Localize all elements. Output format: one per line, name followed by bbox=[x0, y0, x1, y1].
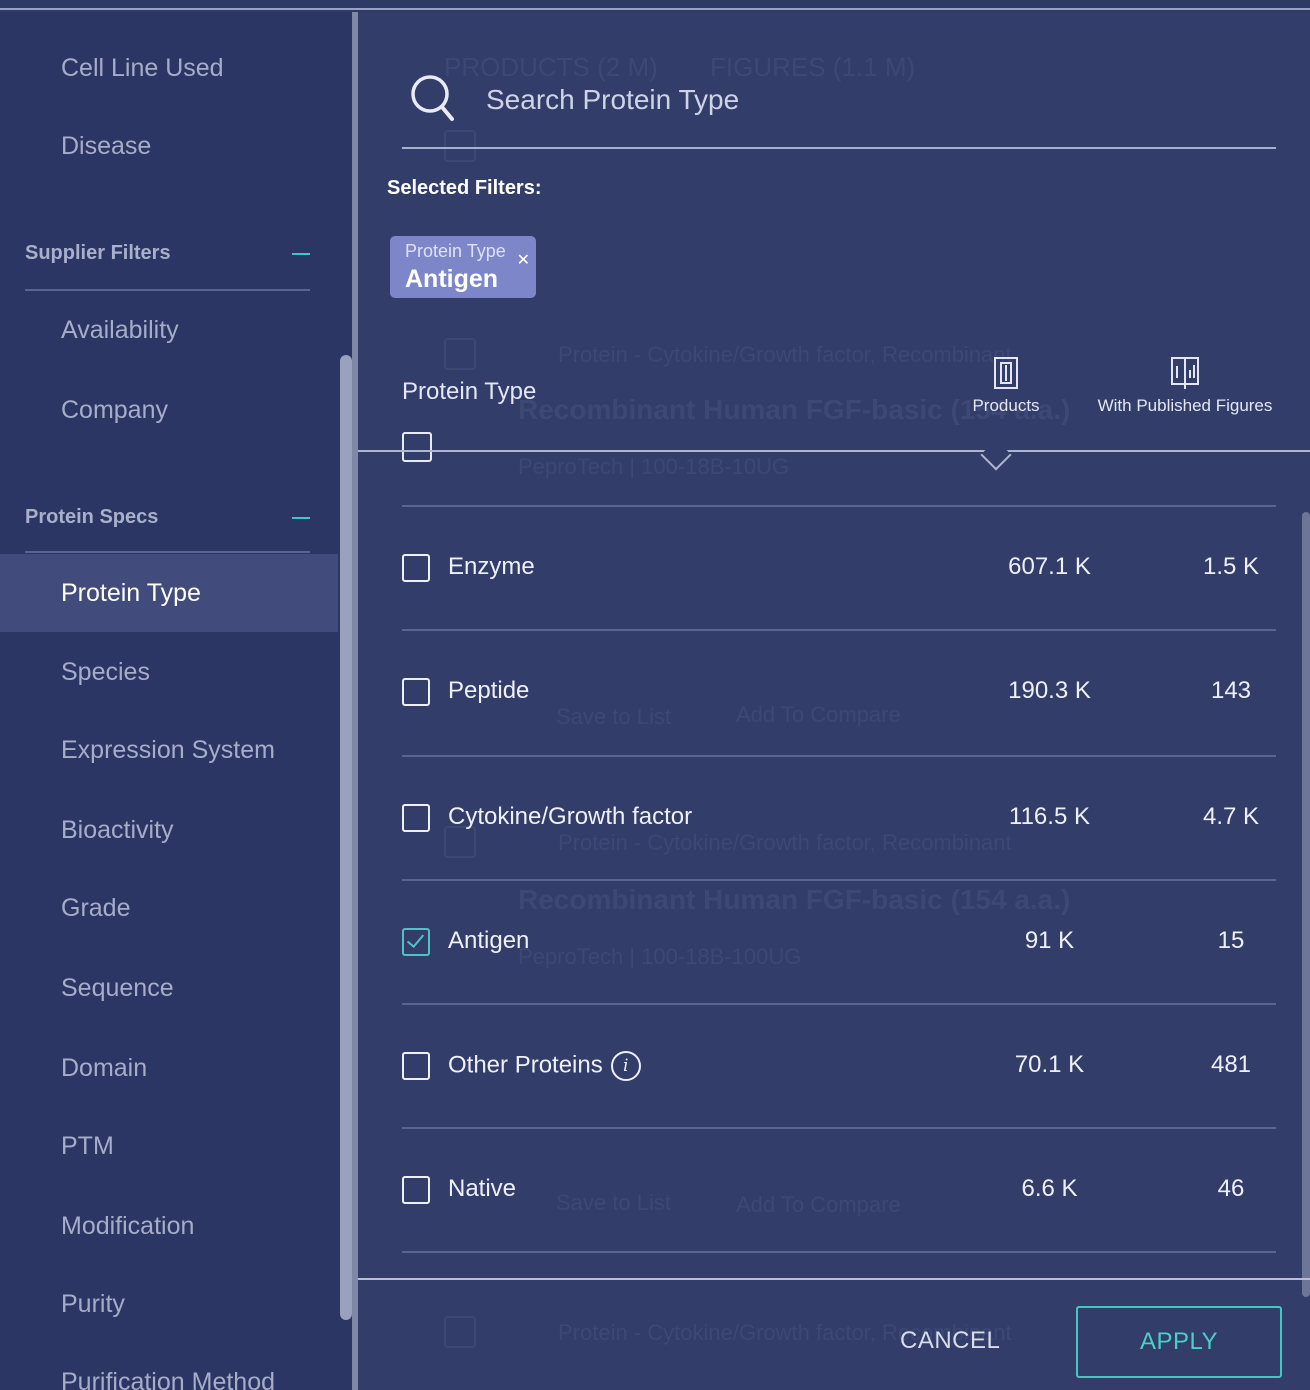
row-divider bbox=[402, 1251, 1276, 1253]
test-tube-icon bbox=[994, 357, 1018, 389]
sidebar-item-purification-method[interactable]: Purification Method bbox=[61, 1368, 275, 1390]
filter-sidebar: Cell Line Used Disease Supplier Filters … bbox=[0, 12, 352, 1390]
filter-chip-antigen[interactable]: Protein Type Antigen ✕ bbox=[390, 236, 536, 298]
row-label: Peptide bbox=[448, 677, 530, 704]
checkbox[interactable] bbox=[402, 804, 430, 832]
divider bbox=[25, 289, 310, 291]
search-icon[interactable] bbox=[410, 74, 454, 122]
info-icon[interactable]: i bbox=[610, 1051, 641, 1081]
section-title: Supplier Filters bbox=[25, 242, 171, 264]
figures-count: 15 bbox=[1217, 927, 1245, 954]
sort-indicator-icon bbox=[980, 439, 1012, 471]
checkbox[interactable] bbox=[402, 678, 430, 706]
section-title: Protein Specs bbox=[25, 506, 159, 528]
checkbox[interactable] bbox=[402, 554, 430, 582]
sidebar-item-ptm[interactable]: PTM bbox=[61, 1132, 114, 1161]
footer-divider bbox=[358, 1278, 1310, 1280]
checkbox[interactable] bbox=[402, 1176, 430, 1204]
bg-checkbox bbox=[444, 1316, 476, 1348]
search-input[interactable]: Search Protein Type bbox=[486, 84, 739, 116]
bg-product-sub: PeproTech | 100-18B-10UG bbox=[518, 454, 790, 479]
bg-tab-figures: FIGURES (1.1 M) bbox=[710, 52, 916, 82]
table-row[interactable]: Cytokine/Growth factor 116.5 K 4.7 K bbox=[402, 755, 1276, 879]
sidebar-item-domain[interactable]: Domain bbox=[61, 1054, 147, 1083]
table-row[interactable]: Enzyme 607.1 K 1.5 K bbox=[402, 505, 1276, 629]
figures-count: 46 bbox=[1217, 1175, 1245, 1202]
row-divider bbox=[402, 755, 1276, 757]
header-divider bbox=[358, 450, 1310, 452]
cancel-button[interactable]: CANCEL bbox=[900, 1327, 1000, 1355]
row-divider bbox=[402, 505, 1276, 507]
apply-button[interactable]: APPLY bbox=[1076, 1306, 1282, 1378]
figure-book-icon bbox=[1171, 357, 1199, 389]
bg-category: Protein - Cytokine/Growth factor, Recomb… bbox=[558, 342, 1012, 367]
row-divider bbox=[402, 1003, 1276, 1005]
column-header-products[interactable]: Products bbox=[956, 356, 1056, 416]
row-divider bbox=[402, 629, 1276, 631]
table-row[interactable]: Antigen 91 K 15 bbox=[402, 879, 1276, 1003]
sidebar-item-bioactivity[interactable]: Bioactivity bbox=[61, 816, 174, 845]
sidebar-item-expression-system[interactable]: Expression System bbox=[61, 736, 275, 765]
divider bbox=[25, 551, 310, 553]
collapse-minus-icon[interactable] bbox=[292, 517, 310, 519]
sidebar-item-disease[interactable]: Disease bbox=[61, 132, 151, 161]
sidebar-item-availability[interactable]: Availability bbox=[61, 316, 179, 345]
sidebar-item-cell-line-used[interactable]: Cell Line Used bbox=[61, 54, 224, 83]
products-count: 91 K bbox=[1024, 927, 1075, 954]
row-label: Native bbox=[448, 1175, 517, 1202]
checkbox[interactable] bbox=[402, 1052, 430, 1080]
sidebar-item-grade[interactable]: Grade bbox=[61, 894, 130, 923]
products-count: 70.1 K bbox=[1014, 1051, 1085, 1078]
column-label: Products bbox=[972, 396, 1040, 415]
sidebar-scrollbar[interactable] bbox=[340, 355, 352, 1320]
products-count: 607.1 K bbox=[1008, 553, 1091, 580]
sidebar-item-purity[interactable]: Purity bbox=[61, 1290, 125, 1319]
table-row[interactable]: Native 6.6 K 46 bbox=[402, 1127, 1276, 1251]
sidebar-item-protein-type[interactable]: Protein Type bbox=[0, 554, 338, 632]
section-supplier-filters[interactable]: Supplier Filters bbox=[25, 242, 310, 265]
row-label: Other Proteins bbox=[448, 1051, 603, 1079]
close-icon[interactable]: ✕ bbox=[517, 250, 530, 270]
row-divider bbox=[402, 879, 1276, 881]
column-header-published-figures[interactable]: With Published Figures bbox=[1090, 356, 1280, 416]
partial-checkbox[interactable] bbox=[402, 432, 432, 462]
products-count: 6.6 K bbox=[1021, 1175, 1078, 1202]
sidebar-item-company[interactable]: Company bbox=[61, 396, 168, 425]
row-label: Cytokine/Growth factor bbox=[448, 803, 693, 830]
row-divider bbox=[402, 1127, 1276, 1129]
search-underline bbox=[402, 147, 1276, 149]
protein-type-filter-panel: PRODUCTS (2 M) FIGURES (1.1 M) Protein -… bbox=[358, 12, 1310, 1390]
checkbox-checked[interactable] bbox=[402, 928, 430, 956]
selected-filters-label: Selected Filters: bbox=[387, 177, 542, 199]
collapse-minus-icon[interactable] bbox=[292, 253, 310, 255]
table-end bbox=[402, 1251, 1276, 1255]
row-label: Antigen bbox=[448, 927, 530, 954]
column-label: With Published Figures bbox=[1097, 396, 1273, 415]
bg-tab-products: PRODUCTS (2 M) bbox=[444, 52, 658, 82]
sidebar-item-modification[interactable]: Modification bbox=[61, 1212, 194, 1241]
panel-scrollbar[interactable] bbox=[1302, 512, 1310, 1297]
section-protein-specs[interactable]: Protein Specs bbox=[25, 506, 310, 529]
products-count: 116.5 K bbox=[1009, 803, 1090, 830]
row-label: Enzyme bbox=[448, 553, 535, 580]
table-row[interactable]: Other Proteins i 70.1 K 481 bbox=[402, 1003, 1276, 1127]
bg-checkbox bbox=[444, 130, 476, 162]
sidebar-item-sequence[interactable]: Sequence bbox=[61, 974, 174, 1003]
figures-count: 1.5 K bbox=[1202, 553, 1260, 580]
top-border bbox=[0, 0, 1310, 10]
products-count: 190.3 K bbox=[1008, 677, 1091, 704]
row-label-wrap: Other Proteins i bbox=[448, 1051, 641, 1081]
figures-count: 481 bbox=[1210, 1051, 1252, 1078]
table-row[interactable]: Peptide 190.3 K 143 bbox=[402, 629, 1276, 753]
column-title-protein-type: Protein Type bbox=[402, 378, 537, 405]
sidebar-item-species[interactable]: Species bbox=[61, 658, 150, 687]
figures-count: 4.7 K bbox=[1202, 803, 1260, 830]
bg-checkbox bbox=[444, 338, 476, 370]
figures-count: 143 bbox=[1210, 677, 1252, 704]
